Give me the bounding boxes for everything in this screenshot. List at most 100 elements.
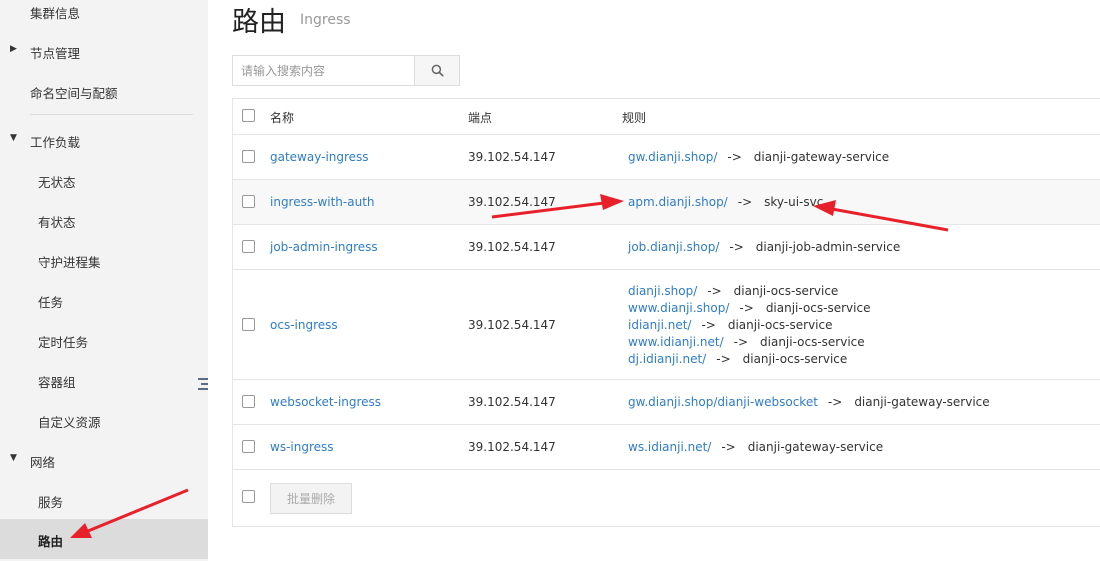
rule-service: dianji-ocs-service <box>760 335 865 349</box>
sidebar-item-label: 服务 <box>38 495 64 510</box>
sidebar-item-label: 网络 <box>30 455 56 470</box>
sidebar-item-label: 任务 <box>38 295 64 310</box>
rule-arrow: -> <box>727 150 742 164</box>
sidebar-item-custom-resources[interactable]: 自定义资源 <box>0 412 208 431</box>
ingress-table: 名称 端点 规则 gateway-ingress 39.102.54.147 g… <box>232 98 1100 527</box>
sidebar-item-label: 有状态 <box>38 215 76 230</box>
table-row: job-admin-ingress 39.102.54.147 job.dian… <box>233 225 1100 270</box>
sidebar-item-statefulsets[interactable]: 有状态 <box>0 212 208 231</box>
sidebar-item-nodes[interactable]: ▶ 节点管理 <box>0 43 208 62</box>
rule-host-link[interactable]: gw.dianji.shop/ <box>628 150 717 164</box>
sidebar-item-cronjobs[interactable]: 定时任务 <box>0 332 208 351</box>
sidebar-divider <box>30 114 193 115</box>
ingress-name-link[interactable]: ocs-ingress <box>270 318 338 332</box>
rule-arrow: -> <box>737 195 753 209</box>
rule-host-link[interactable]: apm.dianji.shop/ <box>628 195 728 209</box>
sidebar: 集群信息 ▶ 节点管理 命名空间与配额 ▼ 工作负载 无状态 有状态 守护进程集… <box>0 0 208 561</box>
rule-line: www.dianji.shop/ -> dianji-ocs-service <box>628 301 870 315</box>
sidebar-item-label: 无状态 <box>38 175 76 190</box>
rule-arrow: -> <box>729 240 744 254</box>
page-title: 路由 <box>232 7 286 38</box>
sidebar-item-label: 自定义资源 <box>38 415 101 430</box>
table-row: ocs-ingress 39.102.54.147 dianji.shop/ ->… <box>233 270 1100 380</box>
search-input[interactable] <box>232 55 415 86</box>
row-checkbox[interactable] <box>242 240 255 253</box>
row-checkbox[interactable] <box>242 440 255 453</box>
caret-right-icon: ▶ <box>10 44 17 54</box>
sidebar-item-namespaces[interactable]: 命名空间与配额 <box>0 83 208 102</box>
column-header-name: 名称 <box>270 111 295 125</box>
sidebar-item-daemonsets[interactable]: 守护进程集 <box>0 252 208 271</box>
sidebar-item-deployments[interactable]: 无状态 <box>0 172 208 191</box>
rule-service: dianji-ocs-service <box>765 301 871 315</box>
batch-delete-button[interactable]: 批量删除 <box>270 483 352 514</box>
row-checkbox[interactable] <box>242 395 255 408</box>
table-row: websocket-ingress 39.102.54.147 gw.dianj… <box>233 380 1100 425</box>
sidebar-item-cluster-info[interactable]: 集群信息 <box>0 3 208 22</box>
caret-down-icon: ▼ <box>10 133 17 143</box>
rule-line: dj.idianji.net/ -> dianji-ocs-service <box>628 352 847 366</box>
rule-host-link[interactable]: job.dianji.shop/ <box>628 240 719 254</box>
rule-service: dianji-gateway-service <box>753 150 890 164</box>
ingress-name-link[interactable]: ingress-with-auth <box>270 195 375 209</box>
rule-service: dianji-job-admin-service <box>755 240 901 254</box>
search-icon <box>431 64 444 77</box>
sidebar-item-ingress[interactable]: 路由 <box>0 519 208 559</box>
page-subtitle: Ingress <box>300 12 351 28</box>
endpoint-ip: 39.102.54.147 <box>468 240 556 254</box>
rule-service: sky-ui-svc <box>764 195 824 209</box>
row-checkbox[interactable] <box>242 318 255 331</box>
sidebar-item-services[interactable]: 服务 <box>0 492 208 511</box>
sidebar-item-jobs[interactable]: 任务 <box>0 292 208 311</box>
rule-arrow: -> <box>827 395 843 409</box>
rule-service: dianji-ocs-service <box>742 352 848 366</box>
rule-line: dianji.shop/ -> dianji-ocs-service <box>628 284 838 298</box>
column-header-endpoint: 端点 <box>468 111 493 125</box>
endpoint-ip: 39.102.54.147 <box>468 440 556 454</box>
sidebar-item-label: 集群信息 <box>30 6 81 21</box>
rule-host-link[interactable]: dianji.shop/ <box>628 284 697 298</box>
table-row: gateway-ingress 39.102.54.147 gw.dianji.… <box>233 135 1100 180</box>
rule-line: gw.dianji.shop/dianji-websocket -> dianji-… <box>628 395 990 409</box>
ingress-name-link[interactable]: websocket-ingress <box>270 395 381 409</box>
ingress-name-link[interactable]: gateway-ingress <box>270 150 369 164</box>
rule-line: gw.dianji.shop/ -> dianji-gateway-service <box>628 150 889 164</box>
rule-host-link[interactable]: idianji.net/ <box>628 318 691 332</box>
sidebar-item-network[interactable]: ▼ 网络 <box>0 452 208 471</box>
select-all-checkbox[interactable] <box>242 109 255 122</box>
sidebar-item-label: 定时任务 <box>38 335 89 350</box>
sidebar-item-label: 节点管理 <box>30 46 81 61</box>
row-checkbox[interactable] <box>242 150 255 163</box>
caret-down-icon: ▼ <box>10 453 17 463</box>
ingress-name-link[interactable]: ws-ingress <box>270 440 334 454</box>
sidebar-item-workloads[interactable]: ▼ 工作负载 <box>0 132 208 151</box>
rule-arrow: -> <box>721 440 736 454</box>
rule-host-link[interactable]: gw.dianji.shop/dianji-websocket <box>628 395 818 409</box>
rule-host-link[interactable]: dj.idianji.net/ <box>628 352 706 366</box>
rule-host-link[interactable]: ws.idianji.net/ <box>628 440 711 454</box>
rule-line: www.idianji.net/ -> dianji-ocs-service <box>628 335 865 349</box>
sidebar-item-label: 容器组 <box>38 375 76 390</box>
endpoint-ip: 39.102.54.147 <box>468 195 556 209</box>
sidebar-item-label: 命名空间与配额 <box>30 86 118 101</box>
sidebar-item-label: 路由 <box>38 534 64 549</box>
search-button[interactable] <box>414 55 460 86</box>
rule-host-link[interactable]: www.idianji.net/ <box>628 335 724 349</box>
ingress-name-link[interactable]: job-admin-ingress <box>270 240 378 254</box>
table-row: ws-ingress 39.102.54.147 ws.idianji.net/… <box>233 425 1100 470</box>
rule-arrow: -> <box>707 284 722 298</box>
collapse-sidebar-icon[interactable] <box>196 377 208 391</box>
row-checkbox[interactable] <box>242 195 255 208</box>
rule-host-link[interactable]: www.dianji.shop/ <box>628 301 729 315</box>
rule-arrow: -> <box>701 318 716 332</box>
endpoint-ip: 39.102.54.147 <box>468 395 556 409</box>
sidebar-item-pods[interactable]: 容器组 <box>0 372 208 391</box>
rule-arrow: -> <box>739 301 754 315</box>
rule-service: dianji-gateway-service <box>854 395 990 409</box>
footer-select-checkbox[interactable] <box>242 490 255 503</box>
rule-service: dianji-ocs-service <box>733 284 839 298</box>
rule-line: idianji.net/ -> dianji-ocs-service <box>628 318 833 332</box>
table-row: ingress-with-auth 39.102.54.147 apm.dian… <box>233 180 1100 225</box>
rule-arrow: -> <box>716 352 731 366</box>
rule-arrow: -> <box>733 335 749 349</box>
